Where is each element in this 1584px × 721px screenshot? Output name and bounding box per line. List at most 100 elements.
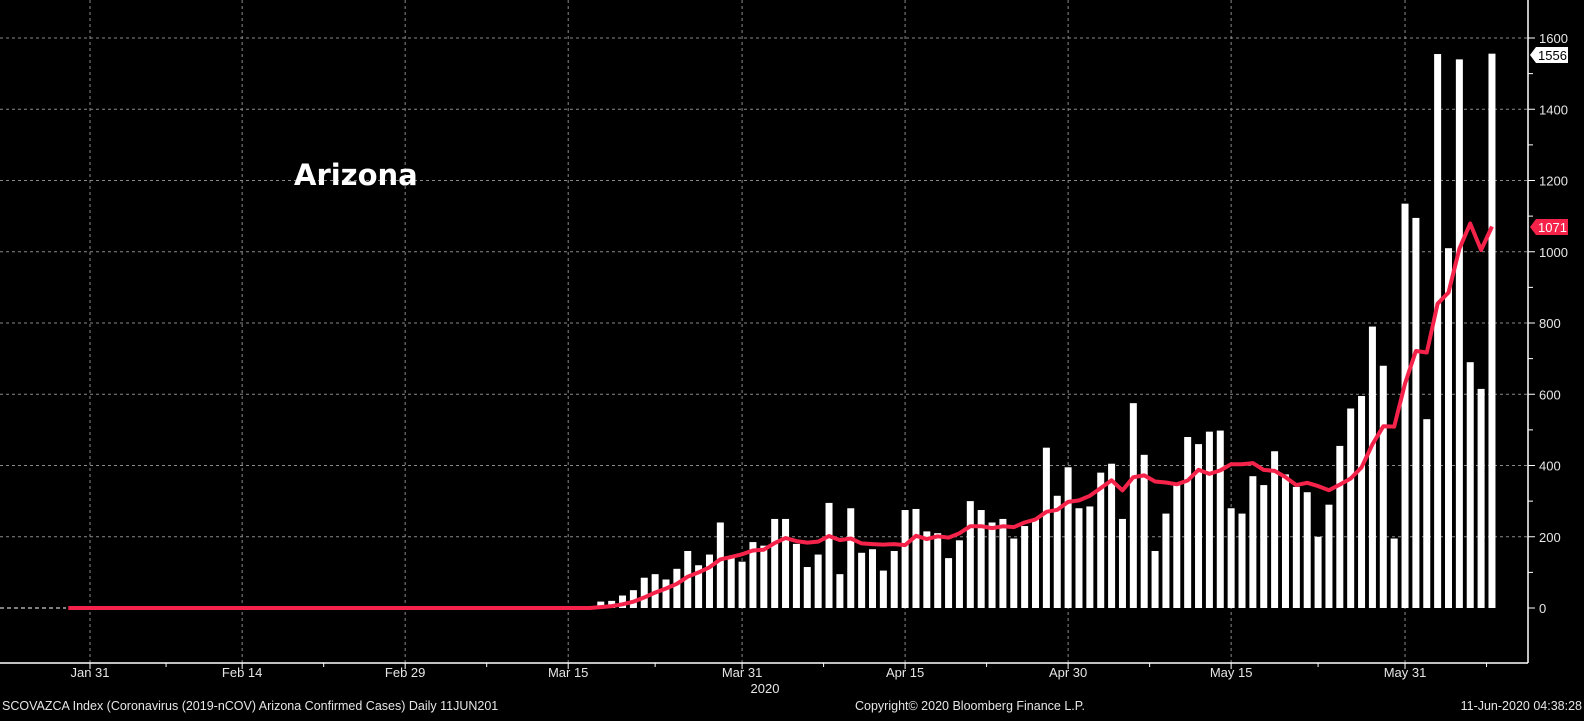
bar (1271, 451, 1279, 608)
y-tick-label: 200 (1539, 530, 1561, 545)
bar (988, 522, 996, 608)
bar (1227, 508, 1235, 608)
bar (1118, 518, 1126, 608)
bar (1379, 365, 1387, 608)
footer-copyright: Copyright© 2020 Bloomberg Finance L.P. (855, 699, 1085, 713)
bar (868, 549, 876, 608)
y-tick-label: 1200 (1539, 174, 1568, 189)
bar (847, 508, 855, 608)
bar (1053, 495, 1061, 608)
bar (1064, 467, 1072, 608)
bar (1075, 508, 1083, 608)
bar (771, 518, 779, 608)
bar (1336, 445, 1344, 608)
x-tick-label: Jan 31 (70, 665, 109, 680)
bar (966, 501, 974, 608)
bar (1216, 430, 1224, 608)
bar (1032, 518, 1040, 608)
bars (597, 53, 1496, 609)
bar (890, 551, 898, 608)
y-axis-ticks: 0 200 400 600 800 1000 1200 1400 1600 (1528, 31, 1568, 616)
bar (912, 508, 920, 608)
bar (1368, 326, 1376, 608)
bar (879, 570, 887, 608)
chart: Arizona 0 200 400 600 800 1000 1200 1400 1600 Ja… (0, 0, 1582, 713)
bar (1086, 506, 1094, 608)
bar (803, 567, 811, 608)
bar (760, 545, 768, 608)
footer-security-description: SCOVAZCA Index (Coronavirus (2019-nCOV) … (2, 699, 498, 713)
bar (1281, 474, 1289, 608)
moving-average-line (68, 221, 1494, 610)
bar (738, 561, 746, 608)
bar (673, 568, 681, 608)
bar (1097, 472, 1105, 608)
last-bar-value: 1556 (1538, 48, 1567, 63)
bar (1412, 217, 1420, 608)
x-tick-label: Apr 15 (886, 665, 924, 680)
bar (727, 556, 735, 608)
x-tick-label: Feb 14 (222, 665, 262, 680)
y-tick-label: 1400 (1539, 102, 1568, 117)
x-tick-label: May 31 (1384, 665, 1427, 680)
bar (1205, 431, 1213, 608)
bar (1173, 485, 1181, 608)
x-tick-label: Feb 29 (385, 665, 425, 680)
bar (1423, 419, 1431, 608)
footer-timestamp: 11-Jun-2020 04:38:28 (1461, 699, 1582, 713)
bar (1455, 59, 1463, 608)
bar (1401, 203, 1409, 608)
bar (1162, 513, 1170, 608)
bar (923, 531, 931, 608)
x-axis-ticks: Jan 31 Feb 14 Feb 29 Mar 15 Mar 31 Apr 15 Apr … (70, 663, 1488, 680)
bar (716, 522, 724, 608)
bar (1292, 486, 1300, 608)
bar (1129, 403, 1137, 608)
bar (1347, 408, 1355, 608)
bar (1303, 492, 1311, 608)
bar (1445, 248, 1452, 608)
bar (1021, 526, 1029, 608)
bar (640, 577, 648, 608)
bar (1151, 551, 1159, 608)
bar (1488, 53, 1496, 609)
y-tick-label: 400 (1539, 459, 1561, 474)
y-tick-label: 0 (1539, 601, 1546, 616)
bar (901, 510, 909, 608)
x-tick-label: Apr 30 (1049, 665, 1087, 680)
bar (1390, 538, 1398, 608)
last-line-value: 1071 (1538, 220, 1567, 235)
x-tick-label: Mar 31 (722, 665, 762, 680)
bar (999, 518, 1007, 608)
x-tick-label: Mar 15 (548, 665, 588, 680)
bar (1238, 513, 1246, 608)
bar (1358, 396, 1366, 608)
bar (1434, 54, 1442, 608)
last-line-value-badge: 1071 (1530, 219, 1568, 235)
bar (836, 574, 844, 608)
bar (1325, 504, 1333, 608)
y-tick-label: 1000 (1539, 245, 1568, 260)
bar (858, 552, 866, 608)
bar (782, 518, 790, 608)
bar (1314, 536, 1322, 608)
y-tick-label: 800 (1539, 316, 1561, 331)
bar (934, 533, 942, 608)
bar (1010, 538, 1018, 608)
bar (814, 554, 822, 608)
bar (1466, 362, 1474, 608)
bar (1477, 388, 1485, 608)
bar (825, 502, 833, 608)
y-tick-label: 600 (1539, 387, 1561, 402)
bar (1042, 447, 1050, 608)
bar (945, 558, 953, 608)
last-bar-value-badge: 1556 (1530, 47, 1568, 63)
bar (792, 543, 800, 608)
bar (1184, 437, 1192, 608)
bar (1249, 476, 1257, 608)
bar (1108, 463, 1116, 608)
bar (705, 554, 713, 608)
x-axis-year-label: 2020 (751, 681, 780, 696)
bar (662, 579, 670, 608)
y-tick-label: 1600 (1539, 31, 1568, 46)
